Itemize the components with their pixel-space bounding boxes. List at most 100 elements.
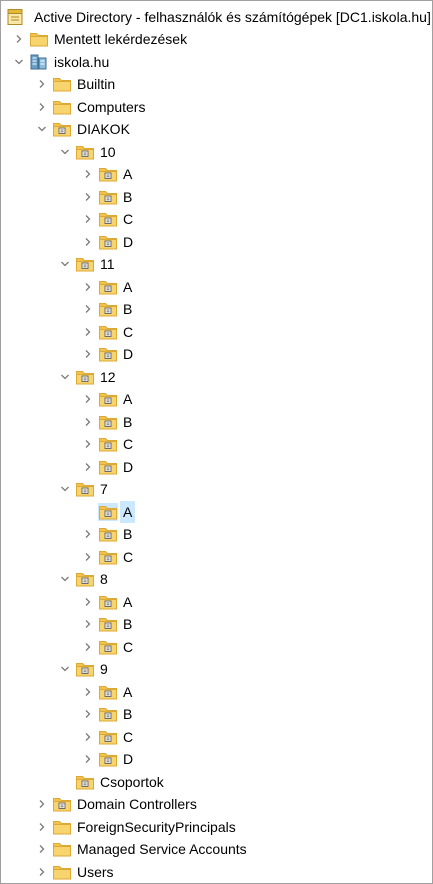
tree-item-label: DIAKOK (77, 121, 130, 137)
tree-item-label: B (123, 616, 133, 632)
chevron-right-icon[interactable] (81, 523, 95, 545)
chevron-down-icon[interactable] (12, 51, 26, 73)
chevron-right-icon[interactable] (81, 636, 95, 658)
tree-item-label: D (123, 751, 134, 767)
ou-icon (75, 143, 95, 161)
ou-icon (98, 638, 118, 656)
ou-icon (98, 345, 118, 363)
tree-item-label: C (123, 211, 134, 227)
ou-icon (75, 480, 95, 498)
chevron-right-icon[interactable] (81, 703, 95, 725)
ou-icon (98, 593, 118, 611)
tree-item-label: B (123, 188, 133, 205)
ou-icon (98, 750, 118, 768)
tree-item-label: B (123, 301, 133, 317)
ou-icon (75, 368, 95, 386)
ad-tree-view[interactable]: Active Directory - felhasználók és számí… (0, 0, 433, 884)
chevron-down-icon[interactable] (35, 118, 49, 140)
tree-item-label: 8 (100, 571, 108, 587)
ou-icon (98, 683, 118, 701)
ou-icon (75, 255, 95, 273)
chevron-right-icon[interactable] (81, 411, 95, 433)
chevron-down-icon[interactable] (58, 253, 72, 275)
tree-item-label: D (123, 233, 134, 250)
chevron-right-icon[interactable] (35, 96, 49, 118)
chevron-right-icon[interactable] (81, 591, 95, 613)
tree-item-label: 7 (100, 481, 108, 497)
tree-item-label: C (123, 548, 134, 565)
chevron-right-icon[interactable] (81, 613, 95, 635)
tree-item-label: B (123, 706, 133, 722)
chevron-down-icon[interactable] (58, 478, 72, 500)
folder-icon (52, 863, 72, 881)
folder-icon (52, 98, 72, 116)
chevron-right-icon[interactable] (81, 681, 95, 703)
tree-item-label: A (123, 683, 133, 700)
tree-item-label: Builtin (77, 76, 116, 92)
chevron-right-icon[interactable] (35, 861, 49, 883)
tree-item-label: iskola.hu (54, 53, 110, 70)
folder-icon (29, 30, 49, 48)
ou-icon (98, 278, 118, 296)
chevron-right-icon[interactable] (81, 231, 95, 253)
ou-icon (98, 390, 118, 408)
tree-item-label: A (123, 391, 133, 407)
chevron-right-icon[interactable] (81, 163, 95, 185)
ou-icon (98, 210, 118, 228)
chevron-right-icon[interactable] (81, 208, 95, 230)
ou-icon (52, 120, 72, 138)
tree-item-label: B (123, 413, 133, 430)
ou-icon (98, 188, 118, 206)
chevron-down-icon[interactable] (58, 568, 72, 590)
ou-icon (98, 502, 118, 521)
folder-icon (52, 818, 72, 836)
chevron-right-icon[interactable] (81, 546, 95, 568)
tree-item-label: C (123, 436, 134, 452)
folder-icon (52, 840, 72, 858)
chevron-right-icon[interactable] (12, 28, 26, 50)
chevron-right-icon[interactable] (81, 433, 95, 455)
tree-item-label: Csoportok (100, 773, 164, 790)
tree-item-label: Managed Service Accounts (77, 841, 247, 857)
ou-icon (98, 300, 118, 318)
chevron-right-icon[interactable] (81, 726, 95, 748)
chevron-right-icon[interactable] (81, 276, 95, 298)
chevron-down-icon[interactable] (58, 141, 72, 163)
chevron-right-icon[interactable] (81, 388, 95, 410)
ad-console-icon (5, 8, 25, 26)
ou-icon (98, 165, 118, 183)
tree-item-label: Mentett lekérdezések (54, 31, 188, 47)
ou-icon (98, 525, 118, 543)
tree-item-label: Domain Controllers (77, 796, 197, 812)
ou-icon (98, 435, 118, 453)
chevron-right-icon[interactable] (81, 321, 95, 343)
ou-icon (98, 458, 118, 476)
ou-icon (98, 413, 118, 431)
tree-item-label: 11 (100, 256, 115, 272)
ou-icon (98, 728, 118, 746)
tree-item-label: D (123, 346, 134, 362)
tree-item-label: B (123, 526, 133, 542)
chevron-down-icon[interactable] (58, 658, 72, 680)
ou-icon (98, 615, 118, 633)
chevron-right-icon[interactable] (35, 73, 49, 95)
tree-item-label: A (123, 278, 133, 295)
chevron-right-icon[interactable] (35, 816, 49, 838)
ou-icon (52, 795, 72, 813)
chevron-right-icon[interactable] (35, 793, 49, 815)
chevron-right-icon[interactable] (81, 343, 95, 365)
chevron-right-icon[interactable] (81, 748, 95, 770)
chevron-right-icon[interactable] (81, 298, 95, 320)
chevron-right-icon[interactable] (81, 456, 95, 478)
chevron-down-icon[interactable] (58, 366, 72, 388)
tree-item-label: Active Directory - felhasználók és számí… (34, 9, 431, 25)
ou-icon (98, 233, 118, 251)
tree-item-label: 10 (100, 143, 116, 160)
tree-item-label: C (123, 638, 134, 655)
tree-item-label: Users (77, 863, 114, 880)
chevron-right-icon[interactable] (35, 838, 49, 860)
tree-item-label: ForeignSecurityPrincipals (77, 818, 236, 835)
chevron-right-icon[interactable] (81, 186, 95, 208)
ou-icon (75, 773, 95, 791)
ou-icon (75, 660, 95, 678)
